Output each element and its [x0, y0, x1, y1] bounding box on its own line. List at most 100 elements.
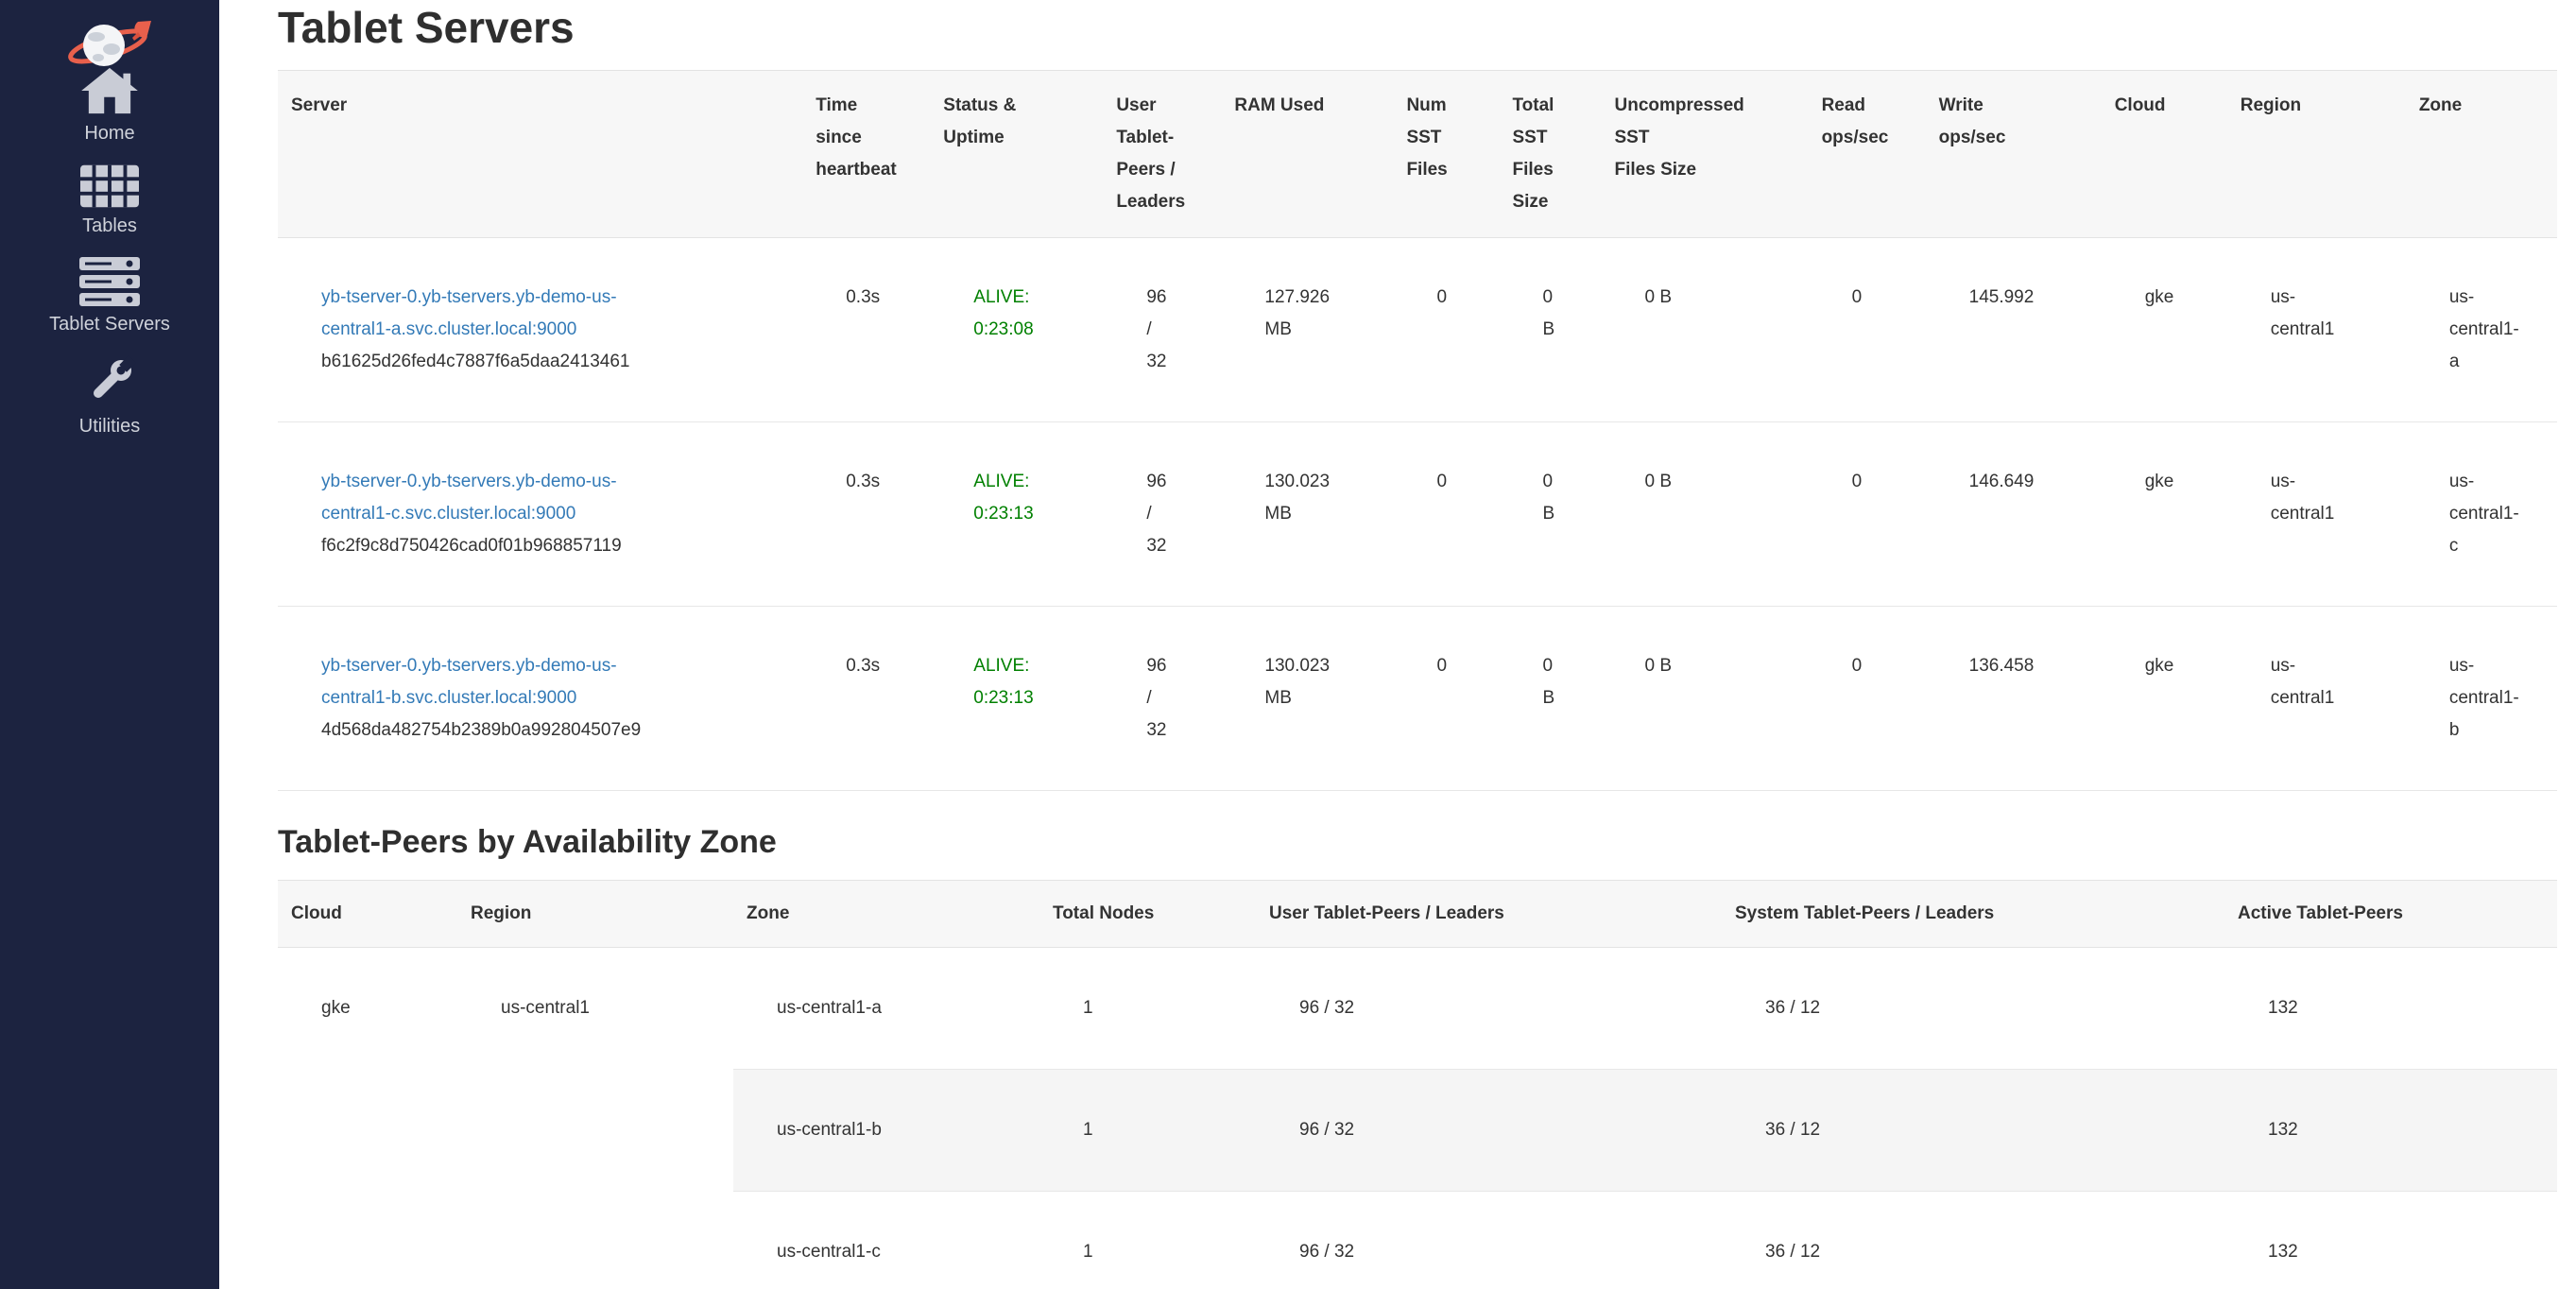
ram-used-cell: 130.023 MB — [1221, 607, 1393, 791]
zone-cell: us- central1- b — [2406, 607, 2557, 791]
read-ops-cell: 0 — [1809, 607, 1926, 791]
col-zone: Zone — [733, 881, 1039, 948]
read-ops-cell: 0 — [1809, 422, 1926, 607]
az-section-title: Tablet-Peers by Availability Zone — [278, 823, 2557, 861]
user-tablet-peers-cell: 96 / 32 — [1256, 1192, 1722, 1289]
region-cell: us- central1 — [2227, 607, 2406, 791]
total-nodes-cell: 1 — [1039, 1070, 1256, 1192]
time-since-heartbeat-cell: 0.3s — [802, 422, 930, 607]
active-tablet-peers-cell: 132 — [2224, 948, 2557, 1070]
num-sst-files-cell: 0 — [1393, 607, 1499, 791]
total-nodes-cell: 1 — [1039, 1192, 1256, 1289]
col-active-tablet-peers: Active Tablet-Peers — [2224, 881, 2557, 948]
col-server: Server — [278, 71, 802, 238]
user-tablet-peers-cell: 96 / 32 — [1103, 422, 1221, 607]
status-uptime-cell: ALIVE: 0:23:13 — [930, 422, 1103, 607]
sidebar: Home Tables — [0, 0, 219, 1289]
tablet-peers-by-az-table: Cloud Region Zone Total Nodes User Table… — [278, 880, 2557, 1289]
server-link[interactable]: yb-tserver-0.yb-tservers.yb-demo-us- cen… — [321, 287, 617, 339]
server-cell: yb-tserver-0.yb-tservers.yb-demo-us- cen… — [278, 422, 802, 607]
ram-used-cell: 127.926 MB — [1221, 238, 1393, 422]
sidebar-item-label: Tablet Servers — [49, 313, 170, 335]
col-uncompressed-sst-size: Uncompressed SST Files Size — [1602, 71, 1809, 238]
num-sst-files-cell: 0 — [1393, 238, 1499, 422]
total-sst-size-cell: 0 B — [1499, 422, 1601, 607]
user-tablet-peers-cell: 96 / 32 — [1103, 238, 1221, 422]
uncompressed-sst-size-cell: 0 B — [1602, 607, 1809, 791]
time-since-heartbeat-cell: 0.3s — [802, 607, 930, 791]
server-link[interactable]: yb-tserver-0.yb-tservers.yb-demo-us- cen… — [321, 656, 617, 708]
uncompressed-sst-size-cell: 0 B — [1602, 422, 1809, 607]
cloud-cell: gke — [2102, 607, 2227, 791]
cloud-cell: gke — [2102, 422, 2227, 607]
system-tablet-peers-cell: 36 / 12 — [1722, 948, 2224, 1070]
tablet-servers-table: Server Time since heartbeat Status & Upt… — [278, 70, 2557, 791]
write-ops-cell: 136.458 — [1926, 607, 2102, 791]
tablet-servers-icon — [79, 257, 140, 306]
tables-icon — [80, 164, 139, 208]
sidebar-item-home[interactable]: Home — [0, 66, 219, 145]
zone-cell: us- central1- a — [2406, 238, 2557, 422]
home-icon — [80, 66, 139, 115]
zone-cell: us-central1-b — [733, 1070, 1039, 1192]
server-cell: yb-tserver-0.yb-tservers.yb-demo-us- cen… — [278, 238, 802, 422]
uncompressed-sst-size-cell: 0 B — [1602, 238, 1809, 422]
status-uptime-cell: ALIVE: 0:23:13 — [930, 607, 1103, 791]
num-sst-files-cell: 0 — [1393, 422, 1499, 607]
tserver-row: yb-tserver-0.yb-tservers.yb-demo-us- cen… — [278, 607, 2557, 791]
col-read-ops: Read ops/sec — [1809, 71, 1926, 238]
read-ops-cell: 0 — [1809, 238, 1926, 422]
col-cloud: Cloud — [278, 881, 457, 948]
total-sst-size-cell: 0 B — [1499, 238, 1601, 422]
sidebar-item-label: Utilities — [79, 415, 140, 438]
col-user-tablet-peers-leaders: User Tablet-Peers / Leaders — [1256, 881, 1722, 948]
region-cell: us- central1 — [2227, 238, 2406, 422]
col-zone: Zone — [2406, 71, 2557, 238]
sidebar-item-utilities[interactable]: Utilities — [0, 355, 219, 438]
col-region: Region — [457, 881, 733, 948]
active-tablet-peers-cell: 132 — [2224, 1070, 2557, 1192]
total-nodes-cell: 1 — [1039, 948, 1256, 1070]
ram-used-cell: 130.023 MB — [1221, 422, 1393, 607]
utilities-icon — [82, 355, 137, 408]
user-tablet-peers-cell: 96 / 32 — [1256, 948, 1722, 1070]
zone-cell: us- central1- c — [2406, 422, 2557, 607]
server-cell: yb-tserver-0.yb-tservers.yb-demo-us- cen… — [278, 607, 802, 791]
total-sst-size-cell: 0 B — [1499, 607, 1601, 791]
col-cloud: Cloud — [2102, 71, 2227, 238]
sidebar-item-label: Home — [84, 122, 134, 145]
zone-cell: us-central1-a — [733, 948, 1039, 1070]
time-since-heartbeat-cell: 0.3s — [802, 238, 930, 422]
server-uuid: f6c2f9c8d750426cad0f01b968857119 — [321, 530, 791, 562]
cloud-cell: gke — [278, 948, 457, 1289]
col-status-uptime: Status & Uptime — [930, 71, 1103, 238]
col-ram-used: RAM Used — [1221, 71, 1393, 238]
col-system-tablet-peers-leaders: System Tablet-Peers / Leaders — [1722, 881, 2224, 948]
col-total-sst-size: Total SST Files Size — [1499, 71, 1601, 238]
system-tablet-peers-cell: 36 / 12 — [1722, 1070, 2224, 1192]
server-uuid: 4d568da482754b2389b0a992804507e9 — [321, 714, 791, 747]
sidebar-item-label: Tables — [82, 215, 137, 237]
zone-cell: us-central1-c — [733, 1192, 1039, 1289]
tablet-servers-header-row: Server Time since heartbeat Status & Upt… — [278, 71, 2557, 238]
main-content: Tablet Servers Server Time since heartbe… — [219, 0, 2576, 1289]
col-user-tablet-peers: User Tablet- Peers / Leaders — [1103, 71, 1221, 238]
col-total-nodes: Total Nodes — [1039, 881, 1256, 948]
write-ops-cell: 145.992 — [1926, 238, 2102, 422]
tserver-row: yb-tserver-0.yb-tservers.yb-demo-us- cen… — [278, 422, 2557, 607]
user-tablet-peers-cell: 96 / 32 — [1103, 607, 1221, 791]
col-num-sst-files: Num SST Files — [1393, 71, 1499, 238]
status-uptime-cell: ALIVE: 0:23:08 — [930, 238, 1103, 422]
server-uuid: b61625d26fed4c7887f6a5daa2413461 — [321, 346, 791, 378]
sidebar-item-tablet-servers[interactable]: Tablet Servers — [0, 257, 219, 335]
sidebar-item-tables[interactable]: Tables — [0, 164, 219, 237]
yugabytedb-logo-icon — [66, 21, 153, 68]
system-tablet-peers-cell: 36 / 12 — [1722, 1192, 2224, 1289]
server-link[interactable]: yb-tserver-0.yb-tservers.yb-demo-us- cen… — [321, 472, 617, 524]
region-cell: us-central1 — [457, 948, 733, 1289]
active-tablet-peers-cell: 132 — [2224, 1192, 2557, 1289]
az-header-row: Cloud Region Zone Total Nodes User Table… — [278, 881, 2557, 948]
write-ops-cell: 146.649 — [1926, 422, 2102, 607]
az-row: gke us-central1 us-central1-a 1 96 / 32 … — [278, 948, 2557, 1070]
yugabytedb-logo[interactable] — [66, 21, 153, 66]
